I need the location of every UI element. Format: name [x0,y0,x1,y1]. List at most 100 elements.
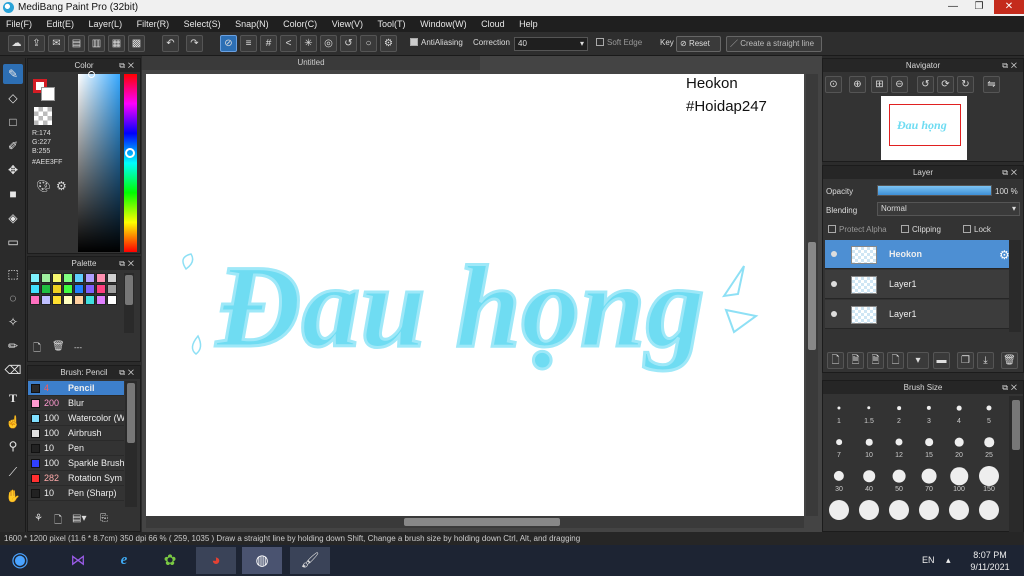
antialiasing-toggle[interactable]: AntiAliasing [410,38,463,47]
brush-size-cell[interactable]: 12 [884,430,914,460]
new-brush-icon[interactable]: 🗋︎ [54,513,62,530]
start-button-icon[interactable]: ◉ [0,547,40,574]
menu-snap[interactable]: Snap(N) [229,16,275,32]
brush-size-cell[interactable]: 1.5 [854,396,884,426]
document-icon[interactable]: ▥ [88,35,105,52]
snap-circle-icon[interactable]: ◎ [320,35,337,52]
lock-toggle[interactable]: Lock [963,225,991,234]
export-icon[interactable]: ⇪ [28,35,45,52]
palette-scrollbar[interactable] [124,273,134,333]
lock-checkbox[interactable] [963,225,971,233]
snap-parallel-icon[interactable]: ≡ [240,35,257,52]
brush-size-cell[interactable]: 70 [914,464,944,494]
new-page-icon[interactable]: 🗋︎ [33,341,41,358]
select-rect-icon[interactable]: ⬚ [3,264,23,284]
brush-size-cell[interactable]: 30 [824,464,854,494]
menu-tool[interactable]: Tool(T) [372,16,412,32]
internet-explorer-icon[interactable]: e [104,547,144,574]
menu-help[interactable]: Help [513,16,544,32]
brush-size-cell[interactable]: 3 [914,396,944,426]
snap-ellipse-icon[interactable]: ○ [360,35,377,52]
menu-color[interactable]: Color(C) [277,16,323,32]
page-list-icon[interactable]: ▦ [108,35,125,52]
palette-swatch[interactable] [85,295,95,305]
palette-swatch[interactable] [107,284,117,294]
brush-size-cell[interactable]: 25 [974,430,1004,460]
navigator-thumbnail[interactable]: Đau họng [881,96,967,160]
menu-edit[interactable]: Edit(E) [41,16,81,32]
panel-controls-icon[interactable]: ⧉✕ [1002,59,1020,72]
brush-tool-icon[interactable]: ✎ [3,64,23,84]
brush-size-cell[interactable]: 7 [824,430,854,460]
vertical-scroll-thumb[interactable] [808,242,816,350]
palette-swatch[interactable] [96,284,106,294]
lasso-tool-icon[interactable]: ◌ [3,288,23,308]
layer-settings-gear-icon[interactable]: ⚙ [999,248,1010,262]
clipping-checkbox[interactable] [901,225,909,233]
menu-window[interactable]: Window(W) [414,16,473,32]
menu-view[interactable]: View(V) [326,16,369,32]
palette-swatch[interactable] [85,273,95,283]
brush-size-cell[interactable] [854,498,884,528]
menu-cloud[interactable]: Cloud [475,16,511,32]
brush-item[interactable]: 282 Rotation Sym [28,471,124,486]
new-layer-icon[interactable]: 🗋︎ [827,352,844,369]
add-brush-icon[interactable]: ⚘ [34,513,43,524]
cloud-icon[interactable]: ☁ [8,35,25,52]
select-eraser-icon[interactable]: ⌫ [3,360,23,380]
gradient-tool-icon[interactable]: ▭ [3,232,23,252]
brush-menu-icon[interactable]: ▤▾ [72,513,86,524]
brush-item[interactable]: 10 Pen [28,441,124,456]
correction-select[interactable]: 40 ▾ [514,37,588,51]
palette-swatch[interactable] [74,273,84,283]
fill-rect-tool-icon[interactable]: ■ [3,184,23,204]
snap-off-icon[interactable]: ⊘ [220,35,237,52]
menu-layer[interactable]: Layer(L) [83,16,129,32]
trash-icon[interactable]: 🗑︎ [52,341,65,352]
opacity-slider[interactable] [877,185,992,196]
app-icon-green[interactable]: ✿ [150,547,190,574]
zoom-actual-icon[interactable]: ⊞ [871,76,888,93]
redo-icon[interactable]: ↷ [186,35,203,52]
palette-swatch[interactable] [96,295,106,305]
zoom-in-icon[interactable]: ⊕ [849,76,866,93]
medibang-taskbar-icon[interactable]: ◍ [242,547,282,574]
create-straight-line-button[interactable]: ／ Create a straight line [726,36,822,52]
palette-swatch[interactable] [52,273,62,283]
drawing-canvas[interactable]: Heokon #Hoidap247 Đau họng [146,74,804,516]
select-pen-icon[interactable]: ✏ [3,336,23,356]
reset-button[interactable]: ⊘ Reset [676,36,721,52]
brush-size-cell[interactable]: 1 [824,396,854,426]
vertical-scrollbar[interactable] [806,74,818,516]
protect-alpha-toggle[interactable]: Protect Alpha [828,225,887,234]
move-tool-icon[interactable]: ✥ [3,160,23,180]
palette-scroll-thumb[interactable] [125,275,133,305]
layer-visibility-icon[interactable] [831,251,837,257]
palette-swatch[interactable] [74,284,84,294]
palette-icon[interactable]: 🎨︎ [36,179,51,193]
brush-settings-icon[interactable]: ⎘ [100,513,108,524]
brush-item[interactable]: 200 Blur [28,396,124,411]
brush-size-cell[interactable] [824,498,854,528]
bucket-tool-icon[interactable]: ◈ [3,208,23,228]
brush-size-cell[interactable]: 150 [974,464,1004,494]
brush-size-cell[interactable]: 5 [974,396,1004,426]
soft-edge-toggle[interactable]: Soft Edge [596,38,642,47]
dot-pen-tool-icon[interactable]: ✐ [3,136,23,156]
rotate-left-icon[interactable]: ↺ [917,76,934,93]
brush-size-cell[interactable]: 50 [884,464,914,494]
menu-file[interactable]: File(F) [0,16,38,32]
paint-taskbar-icon[interactable]: 🖌︎ [290,547,330,574]
layer-row[interactable]: Layer1 [825,300,1009,329]
palette-swatch[interactable] [41,273,51,283]
palette-swatch[interactable] [63,273,73,283]
horizontal-scrollbar[interactable] [146,516,804,528]
antialiasing-checkbox[interactable] [410,38,418,46]
brush-scroll-thumb[interactable] [127,383,135,443]
brush-size-cell[interactable]: 10 [854,430,884,460]
undo-icon[interactable]: ↶ [162,35,179,52]
menu-filter[interactable]: Filter(R) [131,16,176,32]
operation-tool-icon[interactable]: ☝ [3,412,23,432]
palette-swatch[interactable] [41,295,51,305]
visual-studio-icon[interactable]: ⋈ [58,547,98,574]
